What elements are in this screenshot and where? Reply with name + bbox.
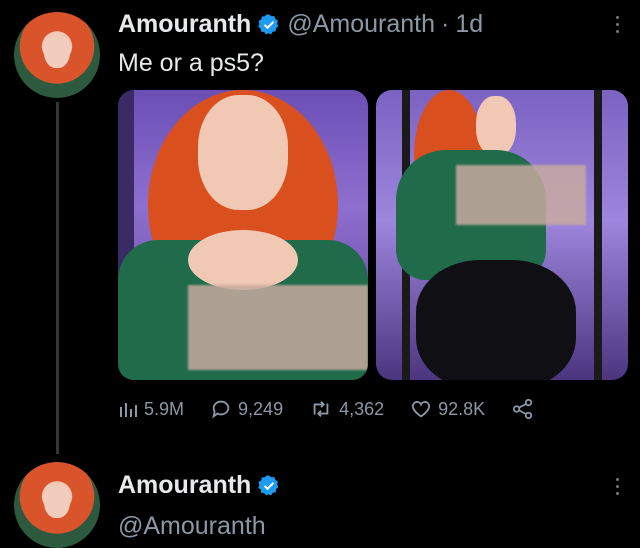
more-icon[interactable] bbox=[614, 16, 620, 33]
censor-blur bbox=[456, 165, 586, 225]
avatar-face bbox=[44, 484, 70, 518]
reply-author-name[interactable]: Amouranth bbox=[118, 471, 251, 500]
author-avatar[interactable] bbox=[14, 12, 100, 98]
separator-dot: · bbox=[441, 10, 450, 38]
share-icon bbox=[513, 398, 533, 420]
tweet-media-image-2[interactable] bbox=[376, 90, 628, 380]
avatar-face bbox=[44, 34, 70, 68]
tweet-action-bar: 5.9M 9,249 4,362 92.8K bbox=[118, 398, 567, 420]
figure-face bbox=[198, 95, 288, 210]
tweet-media-image-1[interactable] bbox=[118, 90, 368, 380]
figure-shoulder bbox=[188, 230, 298, 290]
author-name[interactable]: Amouranth bbox=[118, 10, 251, 39]
tweet-header: Amouranth @Amouranth · 1d bbox=[118, 10, 483, 39]
views-button[interactable]: 5.9M bbox=[118, 399, 184, 420]
thread-connector-line bbox=[56, 102, 59, 454]
reply-button[interactable]: 9,249 bbox=[210, 398, 283, 420]
reply-header: Amouranth bbox=[118, 471, 281, 500]
more-icon[interactable] bbox=[614, 478, 620, 495]
tweet-text: Me or a ps5? bbox=[118, 49, 264, 77]
verified-badge-icon bbox=[258, 14, 279, 34]
author-handle[interactable]: @Amouranth bbox=[287, 10, 435, 39]
reply-count: 9,249 bbox=[238, 398, 284, 419]
censor-blur bbox=[188, 285, 368, 370]
share-button[interactable] bbox=[511, 398, 541, 420]
views-icon bbox=[120, 403, 137, 417]
retweet-count: 4,362 bbox=[339, 398, 385, 419]
reply-author-avatar[interactable] bbox=[14, 462, 100, 548]
like-count: 92.8K bbox=[438, 398, 486, 419]
retweet-icon bbox=[313, 401, 329, 417]
retweet-button[interactable]: 4,362 bbox=[309, 398, 384, 420]
views-count: 5.9M bbox=[144, 398, 185, 419]
figure-face bbox=[476, 96, 516, 156]
tweet-timestamp[interactable]: 1d bbox=[455, 10, 483, 39]
reply-author-handle[interactable]: @Amouranth bbox=[118, 512, 266, 541]
reply-icon bbox=[212, 400, 230, 419]
like-icon bbox=[412, 401, 431, 418]
figure-pants bbox=[416, 260, 576, 380]
like-button[interactable]: 92.8K bbox=[410, 398, 485, 420]
verified-badge-icon bbox=[258, 475, 279, 495]
screen-panel-right bbox=[594, 90, 602, 380]
